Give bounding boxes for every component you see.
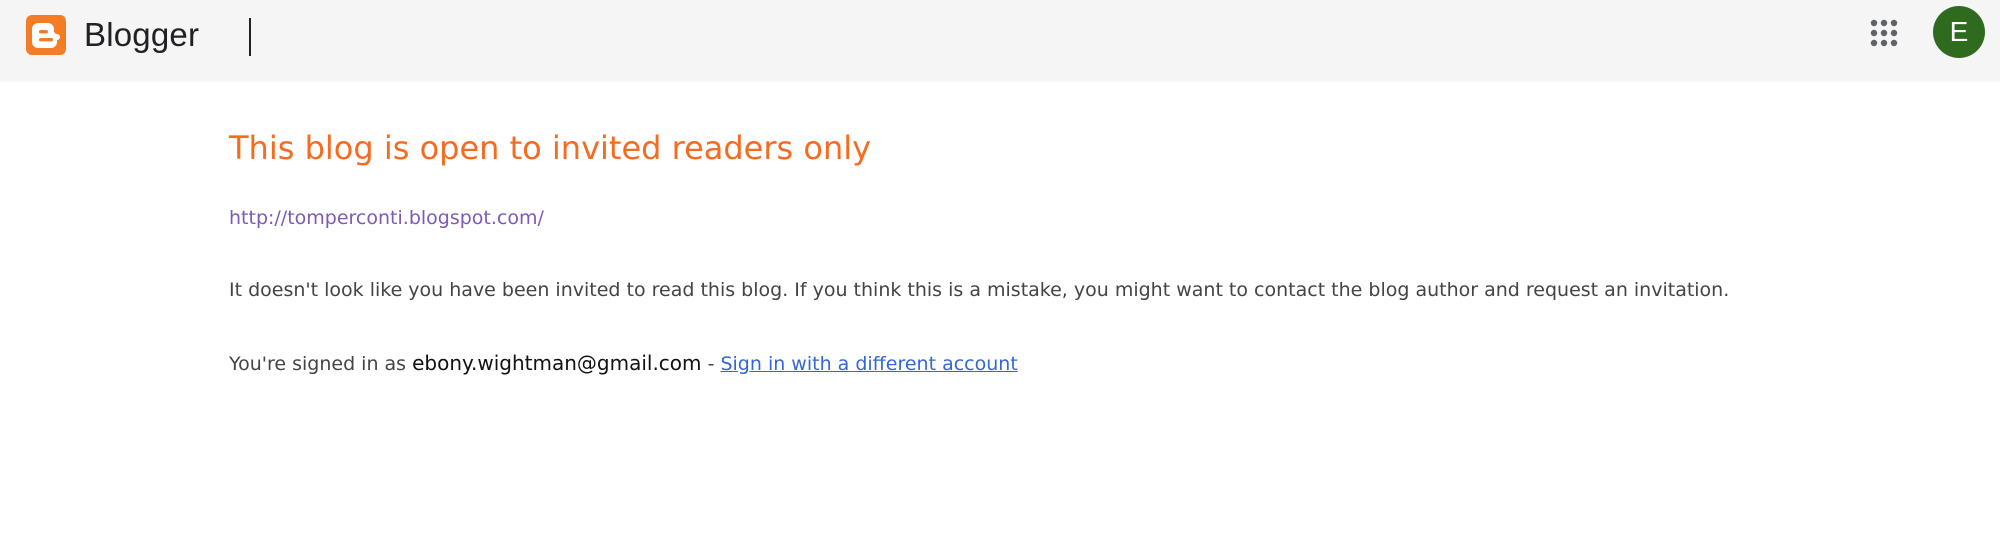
switch-account-link[interactable]: Sign in with a different account — [720, 353, 1017, 375]
blogger-logo-icon[interactable] — [26, 15, 66, 55]
top-bar: Blogger E — [0, 0, 2000, 82]
account-email: ebony.wightman@gmail.com — [412, 351, 702, 375]
account-avatar[interactable]: E — [1933, 6, 1985, 58]
brand-name[interactable]: Blogger — [84, 15, 199, 55]
signed-in-status: You're signed in as ebony.wightman@gmail… — [229, 350, 1018, 377]
separator: - — [701, 353, 721, 375]
page-title: This blog is open to invited readers onl… — [229, 129, 872, 167]
apps-grid-icon[interactable] — [1869, 18, 1899, 48]
header-divider — [249, 18, 251, 56]
signed-in-prefix: You're signed in as — [229, 353, 413, 375]
access-message: It doesn't look like you have been invit… — [229, 279, 1730, 301]
blog-url-link[interactable]: http://tomperconti.blogspot.com/ — [229, 205, 544, 231]
